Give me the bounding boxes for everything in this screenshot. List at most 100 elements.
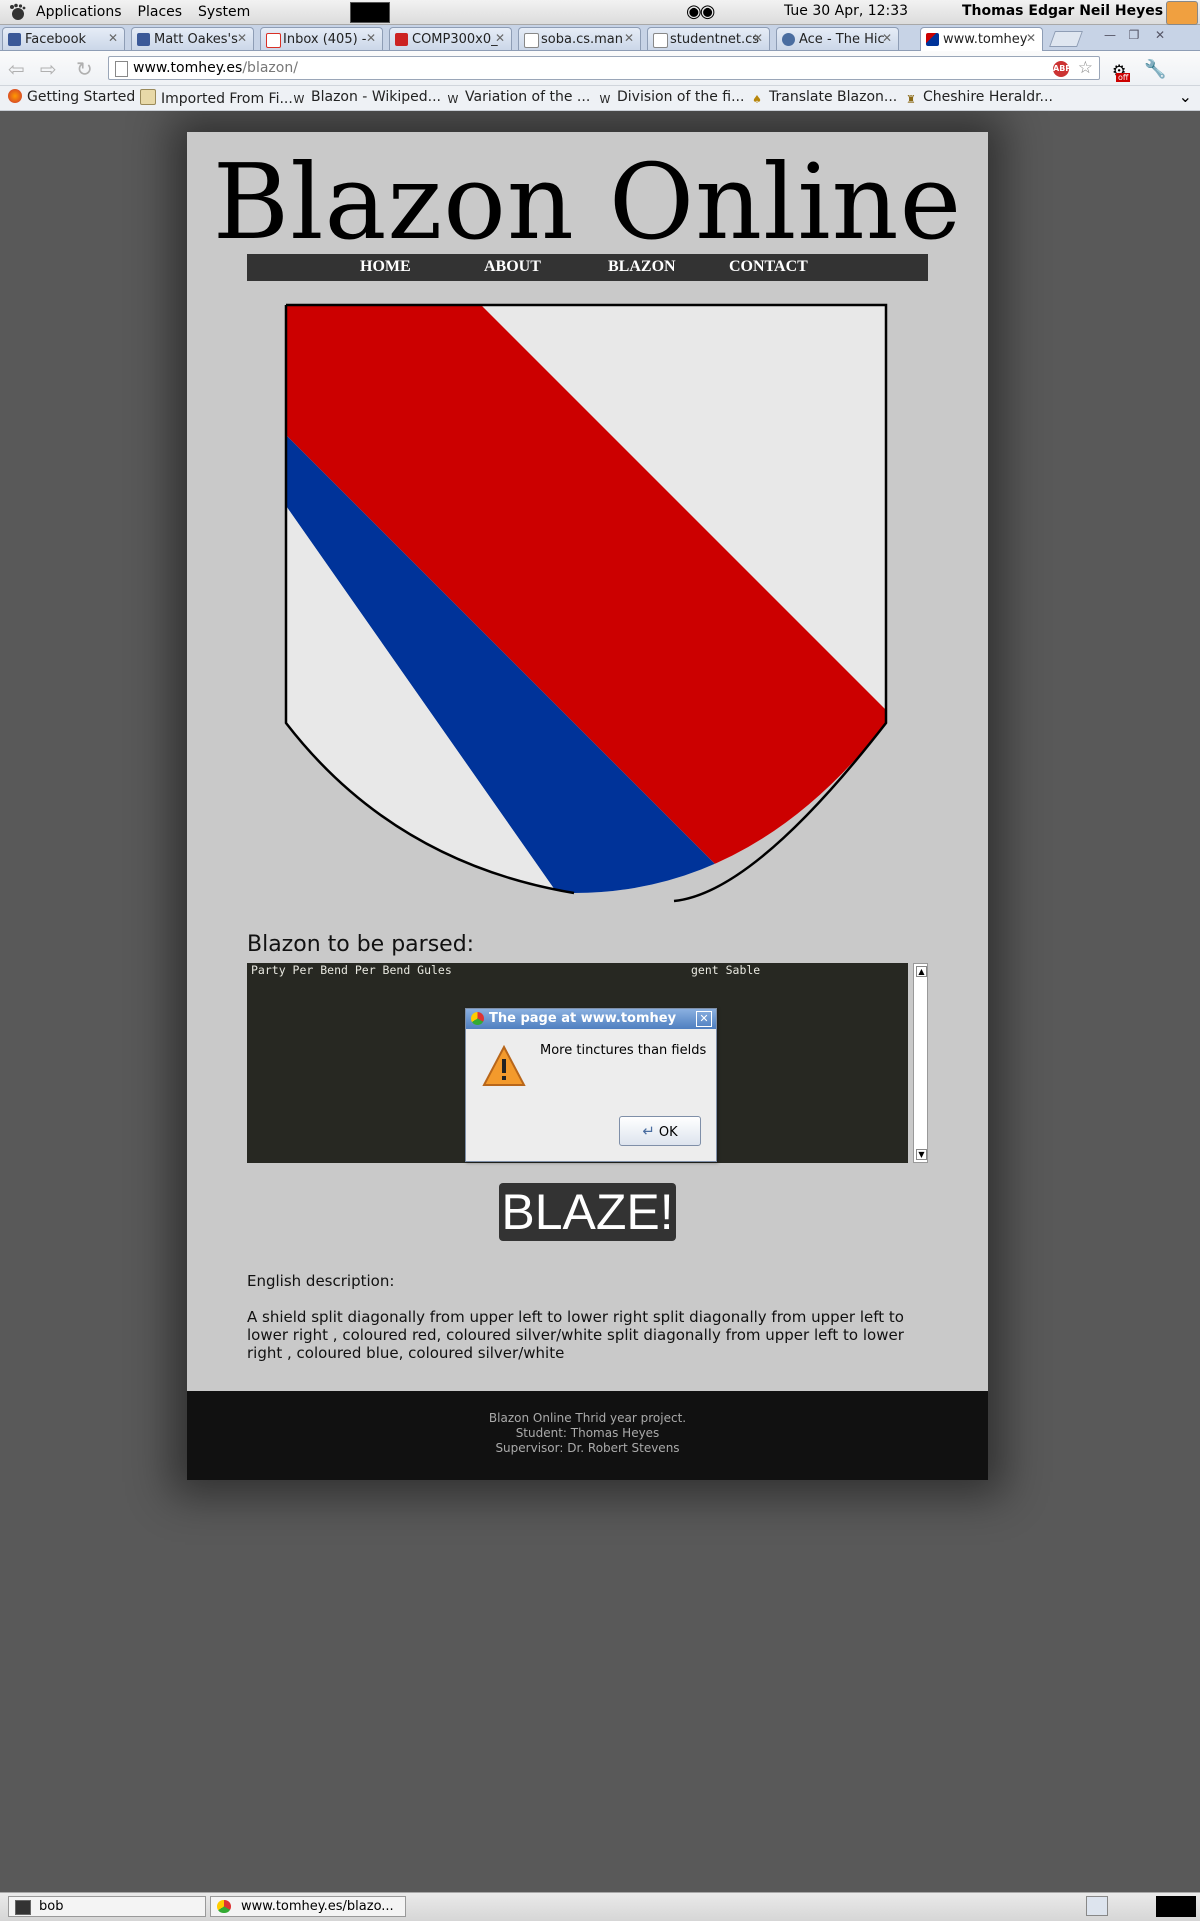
footer-line-student: Student: Thomas Heyes xyxy=(515,1426,660,1440)
terminal-icon xyxy=(15,1900,31,1915)
bookmark-variation[interactable]: W Variation of the ... xyxy=(446,89,591,107)
tab-matt-oakes[interactable]: Matt Oakes's ✕ xyxy=(131,27,254,50)
url-domain: www.tomhey.es xyxy=(133,60,243,76)
tab-close-icon[interactable]: ✕ xyxy=(753,31,763,45)
nav-home[interactable]: HOME xyxy=(360,258,411,276)
tab-close-icon[interactable]: ✕ xyxy=(1026,31,1036,45)
bookmark-imported[interactable]: Imported From Fi... xyxy=(140,89,293,107)
bookmark-getting-started[interactable]: Getting Started xyxy=(8,89,135,105)
address-bar[interactable]: www.tomhey.es/blazon/ ABP ☆ xyxy=(108,56,1100,80)
tab-label: soba.cs.man xyxy=(541,32,623,47)
tab-label: COMP300x0_ xyxy=(412,32,498,47)
adblock-icon[interactable]: ABP xyxy=(1053,61,1071,77)
tab-studentnet[interactable]: studentnet.cs ✕ xyxy=(647,27,770,50)
extension-icon[interactable]: ⚙ off xyxy=(1112,61,1131,82)
tab-facebook[interactable]: Facebook ✕ xyxy=(2,27,125,50)
blaze-button[interactable]: BLAZE! xyxy=(499,1183,676,1241)
scroll-up-icon[interactable]: ▲ xyxy=(916,966,927,977)
tab-close-icon[interactable]: ✕ xyxy=(882,31,892,45)
restore-window-icon[interactable]: ❐ xyxy=(1124,28,1144,44)
lion-icon: ♠ xyxy=(752,93,762,106)
taskbar-item-terminal[interactable]: bob xyxy=(8,1896,206,1917)
tab-tomhey-active[interactable]: www.tomhey ✕ xyxy=(920,27,1043,51)
chrome-icon xyxy=(471,1012,484,1025)
footer-line-project: Blazon Online Thrid year project. xyxy=(488,1411,687,1425)
extension-off-badge: off xyxy=(1116,73,1131,82)
english-description-text: A shield split diagonally from upper lef… xyxy=(247,1308,904,1362)
tab-close-icon[interactable]: ✕ xyxy=(108,31,118,45)
ok-label: OK xyxy=(658,1125,678,1140)
minimize-window-icon[interactable]: — xyxy=(1100,28,1120,44)
tab-close-icon[interactable]: ✕ xyxy=(237,31,247,45)
workspace-switcher-icon[interactable] xyxy=(1086,1896,1108,1916)
gnome-top-panel: Applications Places System ◉◉ Tue 30 Apr… xyxy=(0,0,1200,25)
site-logo[interactable]: Blazon Online xyxy=(187,142,988,262)
tab-label: Facebook xyxy=(25,32,87,47)
tab-inbox[interactable]: Inbox (405) - ✕ xyxy=(260,27,383,50)
alert-message: More tinctures than fields xyxy=(540,1043,707,1058)
forward-arrow-icon[interactable]: ⇨ xyxy=(40,57,57,81)
panel-applet-black[interactable] xyxy=(350,2,390,23)
tab-comp300[interactable]: COMP300x0_ ✕ xyxy=(389,27,512,50)
scroll-down-icon[interactable]: ▼ xyxy=(916,1149,927,1160)
taskbar-item-chrome[interactable]: www.tomhey.es/blazo... xyxy=(210,1896,406,1917)
user-avatar-icon[interactable] xyxy=(1166,1,1198,25)
page-favicon-icon xyxy=(524,33,539,48)
tab-label: Inbox (405) - xyxy=(283,32,367,47)
page-favicon-icon xyxy=(653,33,668,48)
chevron-down-icon[interactable]: ⌄ xyxy=(1179,87,1192,106)
english-description-label: English description: xyxy=(247,1272,395,1290)
blazon-heading: Blazon to be parsed: xyxy=(247,932,475,957)
bookmark-translate-blazon[interactable]: ♠ Translate Blazon... xyxy=(750,89,897,107)
alert-titlebar[interactable]: The page at www.tomhey ✕ xyxy=(466,1009,716,1029)
fn-favicon-icon xyxy=(395,33,408,46)
bookmark-blazon-wikipedia[interactable]: W Blazon - Wikiped... xyxy=(292,89,441,107)
close-window-icon[interactable]: ✕ xyxy=(1150,28,1170,44)
chess-icon: ♜ xyxy=(906,93,916,106)
wrench-menu-icon[interactable]: 🔧 xyxy=(1144,59,1166,80)
bookmark-cheshire-heraldry[interactable]: ♜ Cheshire Heraldr... xyxy=(904,89,1053,107)
tab-close-icon[interactable]: ✕ xyxy=(624,31,634,45)
shield-image xyxy=(284,303,888,903)
warning-icon xyxy=(482,1045,526,1086)
ok-button[interactable]: ↵ OK xyxy=(619,1116,701,1146)
reload-icon[interactable]: ↻ xyxy=(76,57,93,81)
chrome-icon xyxy=(217,1900,231,1913)
applications-menu[interactable]: Applications xyxy=(36,4,122,20)
tab-close-icon[interactable]: ✕ xyxy=(495,31,505,45)
back-arrow-icon[interactable]: ⇦ xyxy=(8,57,25,81)
taskbar-label: bob xyxy=(39,1899,64,1914)
page-viewport: Blazon Online HOME ABOUT BLAZON CONTACT … xyxy=(0,111,1172,1892)
system-menu[interactable]: System xyxy=(198,4,250,20)
tab-label: studentnet.cs xyxy=(670,32,760,47)
nav-blazon[interactable]: BLAZON xyxy=(608,258,676,276)
bookmark-star-icon[interactable]: ☆ xyxy=(1078,58,1093,78)
site-container: Blazon Online HOME ABOUT BLAZON CONTACT … xyxy=(187,132,988,1480)
page-icon xyxy=(115,61,128,77)
eyes-applet-icon: ◉◉ xyxy=(686,1,715,22)
bookmark-division[interactable]: W Division of the fi... xyxy=(598,89,745,107)
bookmark-label: Translate Blazon... xyxy=(769,89,898,105)
tab-label: Matt Oakes's xyxy=(154,32,238,47)
url-path: /blazon/ xyxy=(242,60,298,76)
editor-scrollbar[interactable]: ▲ ▼ xyxy=(913,963,928,1163)
wikipedia-icon: W xyxy=(447,93,459,106)
tab-ace[interactable]: Ace - The Hic ✕ xyxy=(776,27,899,50)
bookmarks-bar: Getting Started Imported From Fi... W Bla… xyxy=(0,86,1200,111)
tab-close-icon[interactable]: ✕ xyxy=(366,31,376,45)
panel-applet-black[interactable] xyxy=(1156,1896,1196,1917)
alert-title: The page at www.tomhey xyxy=(489,1011,677,1026)
close-icon[interactable]: ✕ xyxy=(696,1011,712,1027)
new-tab-button[interactable] xyxy=(1049,31,1083,47)
browser-toolbar: ⇦ ⇨ ↻ www.tomhey.es/blazon/ ABP ☆ ⚙ off 🔧 xyxy=(0,51,1200,86)
nav-about[interactable]: ABOUT xyxy=(484,258,541,276)
panel-clock[interactable]: Tue 30 Apr, 12:33 xyxy=(784,3,908,19)
gnome-foot-icon xyxy=(10,3,26,20)
panel-user-name[interactable]: Thomas Edgar Neil Heyes xyxy=(962,3,1163,19)
places-menu[interactable]: Places xyxy=(138,4,183,20)
footer-line-supervisor: Supervisor: Dr. Robert Stevens xyxy=(495,1441,680,1455)
folder-icon xyxy=(140,89,156,105)
tab-soba[interactable]: soba.cs.man ✕ xyxy=(518,27,641,50)
page-scrollbar[interactable] xyxy=(1172,111,1200,1892)
nav-contact[interactable]: CONTACT xyxy=(729,258,808,276)
